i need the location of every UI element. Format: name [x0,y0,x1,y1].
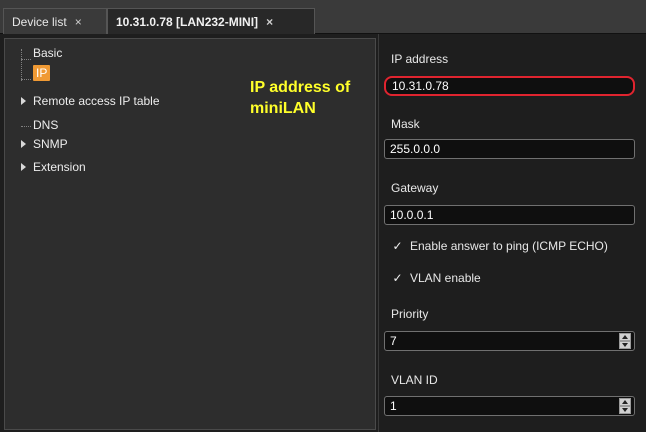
gateway-field[interactable]: 10.0.0.1 [384,205,635,225]
annotation-callout: IP address of miniLAN [250,77,350,119]
priority-value: 7 [390,334,397,348]
tab-label: 10.31.0.78 [LAN232-MINI] [116,14,259,29]
priority-stepper[interactable]: 7 [384,331,635,351]
mask-label: Mask [391,117,420,131]
ip-address-field[interactable]: 10.31.0.78 [384,76,635,96]
mask-field[interactable]: 255.0.0.0 [384,139,635,159]
checkmark-icon: ✓ [392,270,403,285]
increment-icon[interactable] [619,398,631,406]
ip-settings-panel: IP address 10.31.0.78 Mask 255.0.0.0 Gat… [378,34,646,432]
vlan-id-stepper[interactable]: 1 [384,396,635,416]
close-icon[interactable]: × [266,15,273,29]
tree-item-extension[interactable]: Extension [33,159,86,175]
tree-connector [21,59,31,60]
close-icon[interactable]: × [75,15,82,29]
ip-address-label: IP address [391,52,449,66]
spinner-icon[interactable] [619,333,631,349]
tree-item-remote-access-ip-table[interactable]: Remote access IP table [33,93,160,109]
tab-bar: Device list × 10.31.0.78 [LAN232-MINI] × [0,0,646,34]
tree-connector [21,79,31,80]
annotation-line: miniLAN [250,100,316,117]
spinner-icon[interactable] [619,398,631,414]
tab-label: Device list [12,14,67,29]
tree-item-basic[interactable]: Basic [33,45,62,61]
tree-connector [21,126,31,127]
tree-item-snmp[interactable]: SNMP [33,136,68,152]
vlan-id-label: VLAN ID [391,373,438,387]
increment-icon[interactable] [619,333,631,341]
vlan-enable-checkbox[interactable]: ✓ VLAN enable [391,270,481,285]
annotation-line: IP address of [250,79,351,96]
vlan-enable-label: VLAN enable [410,271,481,285]
expand-arrow-icon[interactable] [21,97,26,105]
ping-checkbox-label: Enable answer to ping (ICMP ECHO) [410,239,608,253]
expand-arrow-icon[interactable] [21,163,26,171]
tree-item-ip[interactable]: IP [33,65,51,81]
tab-device-detail[interactable]: 10.31.0.78 [LAN232-MINI] × [107,8,315,34]
checkmark-icon: ✓ [392,238,403,253]
decrement-icon[interactable] [619,406,631,414]
tree-connector [21,49,22,81]
vlan-id-value: 1 [390,399,397,413]
gateway-label: Gateway [391,181,439,195]
ping-checkbox[interactable]: ✓ Enable answer to ping (ICMP ECHO) [391,238,608,253]
expand-arrow-icon[interactable] [21,140,26,148]
decrement-icon[interactable] [619,341,631,349]
tree-item-dns[interactable]: DNS [33,117,58,133]
priority-label: Priority [391,307,429,321]
tab-device-list[interactable]: Device list × [3,8,107,34]
